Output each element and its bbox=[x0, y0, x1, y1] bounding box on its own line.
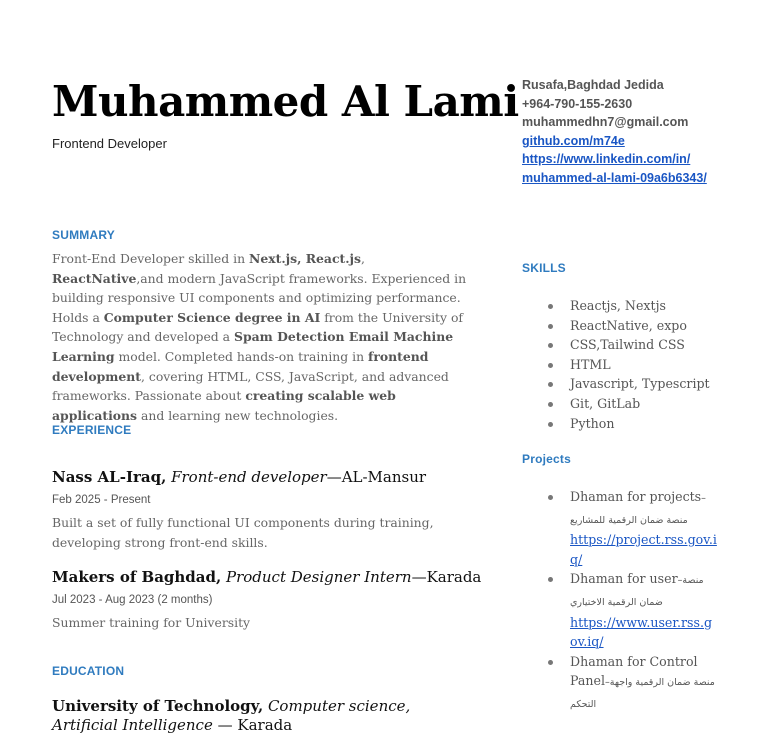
job-role-subtitle: Frontend Developer bbox=[52, 136, 167, 151]
skills-list: Reactjs, Nextjs ReactNative, expo CSS,Ta… bbox=[548, 296, 710, 433]
project-title: Dhaman for projects bbox=[570, 489, 702, 504]
linkedin-link-line1[interactable]: https://www.linkedin.com/in/ bbox=[522, 150, 752, 169]
skill-item: CSS,Tailwind CSS bbox=[548, 335, 710, 355]
job-description: Built a set of fully functional UI compo… bbox=[52, 515, 434, 550]
contact-email: muhammedhn7@gmail.com bbox=[522, 115, 689, 130]
summary-heading: SUMMARY bbox=[52, 228, 115, 242]
skill-item: Git, GitLab bbox=[548, 394, 710, 414]
project-item: Dhaman for projects–منصة ضمان الرقمية لل… bbox=[548, 487, 718, 569]
job-description: Summer training for University bbox=[52, 615, 251, 630]
education-location: — Karada bbox=[212, 716, 293, 734]
skill-item: Python bbox=[548, 414, 710, 434]
job-title: Nass AL-Iraq, Front-end developer—AL-Man… bbox=[52, 468, 492, 487]
skill-item: Reactjs, Nextjs bbox=[548, 296, 710, 316]
project-title: Dhaman for user bbox=[570, 571, 678, 587]
education-school: University of Technology, bbox=[52, 697, 264, 715]
education-heading: EDUCATION bbox=[52, 664, 125, 678]
job-position: Product Designer Intern bbox=[226, 568, 412, 586]
job-company: Makers of Baghdad, bbox=[52, 568, 222, 586]
project-link[interactable]: https://www.user.rss.gov.iq/ bbox=[570, 615, 712, 650]
job-dates: Feb 2025 - Present bbox=[52, 494, 151, 506]
skill-item: Javascript, Typescript bbox=[548, 374, 710, 394]
job-location: —AL-Mansur bbox=[326, 468, 427, 486]
contact-phone: +964-790-155-2630 bbox=[522, 96, 633, 111]
contact-address: Rusafa,Baghdad Jedida bbox=[522, 78, 664, 92]
github-link[interactable]: github.com/m74e bbox=[522, 132, 752, 151]
skill-item: ReactNative, expo bbox=[548, 316, 710, 336]
skill-item: HTML bbox=[548, 355, 710, 375]
project-item: Dhaman for Control Panel–منصة ضمان الرقم… bbox=[548, 652, 718, 715]
linkedin-link-line2[interactable]: muhammed-al-lami-09a6b6343/ bbox=[522, 169, 752, 188]
education-entry: University of Technology, Computer scien… bbox=[52, 697, 452, 735]
projects-list: Dhaman for projects–منصة ضمان الرقمية لل… bbox=[548, 487, 718, 715]
skills-heading: SKILLS bbox=[522, 261, 566, 275]
job-dates: Jul 2023 - Aug 2023 (2 months) bbox=[52, 594, 213, 606]
resume-name: Muhammed Al Lami bbox=[52, 77, 519, 126]
job-position: Front-end developer bbox=[171, 468, 327, 486]
projects-heading: Projects bbox=[522, 452, 571, 466]
job-location: —Karada bbox=[411, 568, 482, 586]
summary-paragraph: Front-End Developer skilled in Next.js, … bbox=[52, 251, 467, 423]
job-company: Nass AL-Iraq, bbox=[52, 468, 167, 486]
project-link[interactable]: https://project.rss.gov.iq/ bbox=[570, 532, 717, 567]
contact-block: Rusafa,Baghdad Jedida +964-790-155-2630 … bbox=[522, 76, 752, 188]
project-item: Dhaman for user–منصة ضمان الرقمية الاختي… bbox=[548, 569, 718, 651]
job-title: Makers of Baghdad, Product Designer Inte… bbox=[52, 568, 492, 587]
experience-heading: EXPERIENCE bbox=[52, 423, 132, 437]
